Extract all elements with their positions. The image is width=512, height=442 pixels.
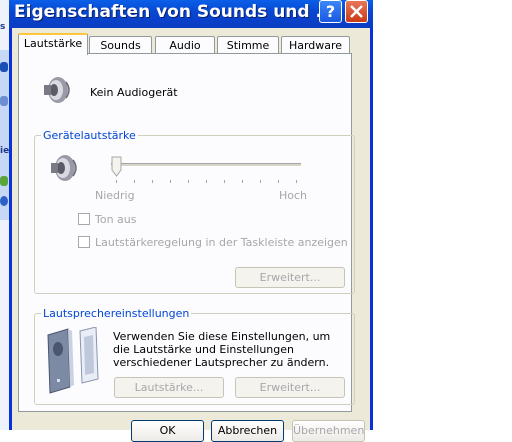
slider-tick (260, 180, 261, 183)
background-app-icon (0, 176, 8, 186)
slider-tick (152, 180, 153, 183)
cancel-button[interactable]: Abbrechen (211, 420, 284, 442)
volume-slider-track[interactable] (111, 163, 301, 167)
speaker-icon (44, 77, 70, 103)
slider-tick (224, 180, 225, 183)
speaker-advanced-button[interactable]: Erweitert... (235, 377, 345, 398)
slider-tick (170, 180, 171, 183)
mute-label: Ton aus (95, 213, 137, 226)
slider-tick (134, 180, 135, 183)
device-volume-group-title: Gerätelautstärke (41, 129, 138, 142)
tab-hardware[interactable]: Hardware (281, 36, 350, 54)
help-button[interactable]: ? (319, 0, 342, 23)
background-window-strip: s ie (0, 0, 9, 430)
slider-high-label: Hoch (279, 189, 308, 202)
speaker-settings-description: Verwenden Sie diese Einstellungen, um di… (113, 330, 331, 369)
apply-button[interactable]: Übernehmen (292, 420, 365, 442)
slider-tick (278, 180, 279, 183)
slider-tick (242, 180, 243, 183)
background-app-icon (0, 96, 8, 106)
volume-slider-thumb[interactable] (111, 156, 122, 177)
speaker-settings-group: Lautsprechereinstellungen Verwenden Sie … (34, 307, 355, 405)
ok-button[interactable]: OK (131, 420, 204, 442)
title-bar[interactable]: Eigenschaften von Sounds und ... ? (9, 0, 373, 28)
taskbar-volume-checkbox[interactable] (78, 236, 90, 248)
close-button[interactable] (345, 0, 368, 23)
slider-tick (206, 180, 207, 183)
speaker-settings-group-title: Lautsprechereinstellungen (41, 307, 192, 320)
mute-checkbox[interactable] (78, 213, 90, 225)
device-status-text: Kein Audiogerät (90, 86, 178, 99)
slider-low-label: Niedrig (95, 189, 135, 202)
dialog-client-area: Lautstärke Sounds Audio Stimme Hardware … (12, 28, 370, 442)
window-title: Eigenschaften von Sounds und ... (14, 2, 335, 22)
taskbar-volume-label: Lautstärkeregelung in der Taskleiste anz… (95, 236, 348, 249)
background-help-icon (0, 196, 8, 206)
close-icon (350, 5, 363, 18)
background-label: s (0, 22, 6, 32)
background-panel (0, 50, 9, 220)
tab-lautstaerke[interactable]: Lautstärke (18, 33, 88, 55)
background-app-icon (0, 62, 8, 72)
background-label: ie (0, 146, 10, 156)
sound-properties-dialog: Eigenschaften von Sounds und ... ? Lauts… (9, 0, 373, 442)
speaker-volume-button[interactable]: Lautstärke... (114, 377, 224, 398)
slider-tick (188, 180, 189, 183)
slider-tick (116, 180, 117, 183)
tab-stimme[interactable]: Stimme (217, 36, 279, 54)
device-advanced-button[interactable]: Erweitert... (235, 267, 345, 288)
device-volume-group: Gerätelautstärke Niedrig Hoch Ton aus La… (34, 129, 355, 294)
speakers-icon (47, 327, 99, 394)
tab-sounds[interactable]: Sounds (89, 36, 152, 54)
lautstaerke-panel: Kein Audiogerät Gerätelautstärke Niedrig… (18, 53, 355, 412)
slider-tick (296, 180, 297, 183)
speaker-icon (51, 155, 77, 181)
tab-audio[interactable]: Audio (155, 36, 215, 54)
